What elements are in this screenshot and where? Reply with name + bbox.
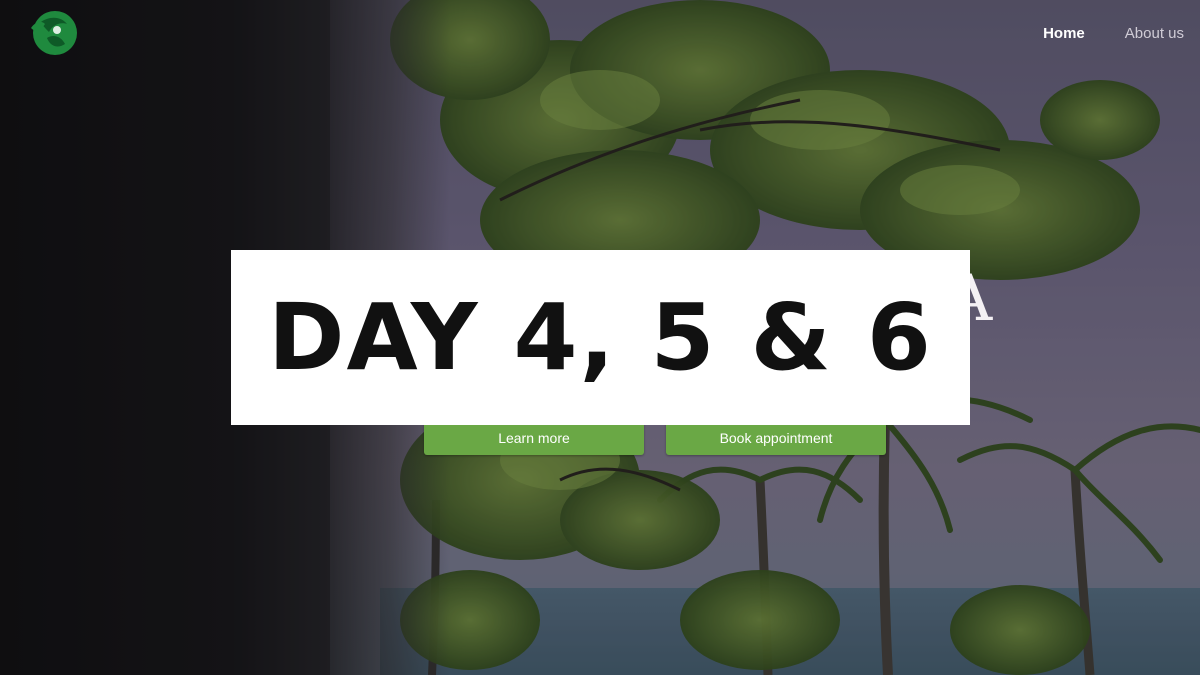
day-overlay-card: DAY 4, 5 & 6 [231, 250, 970, 425]
nav-item-about-us[interactable]: About us [1125, 25, 1184, 42]
book-appointment-button[interactable]: Book appointment [666, 420, 886, 455]
learn-more-button[interactable]: Learn more [424, 420, 644, 455]
nav-item-home[interactable]: Home [1043, 25, 1085, 42]
day-overlay-text: DAY 4, 5 & 6 [268, 283, 933, 391]
leaf-globe-logo-icon[interactable] [27, 8, 81, 56]
main-nav: Home About us [1043, 22, 1200, 44]
